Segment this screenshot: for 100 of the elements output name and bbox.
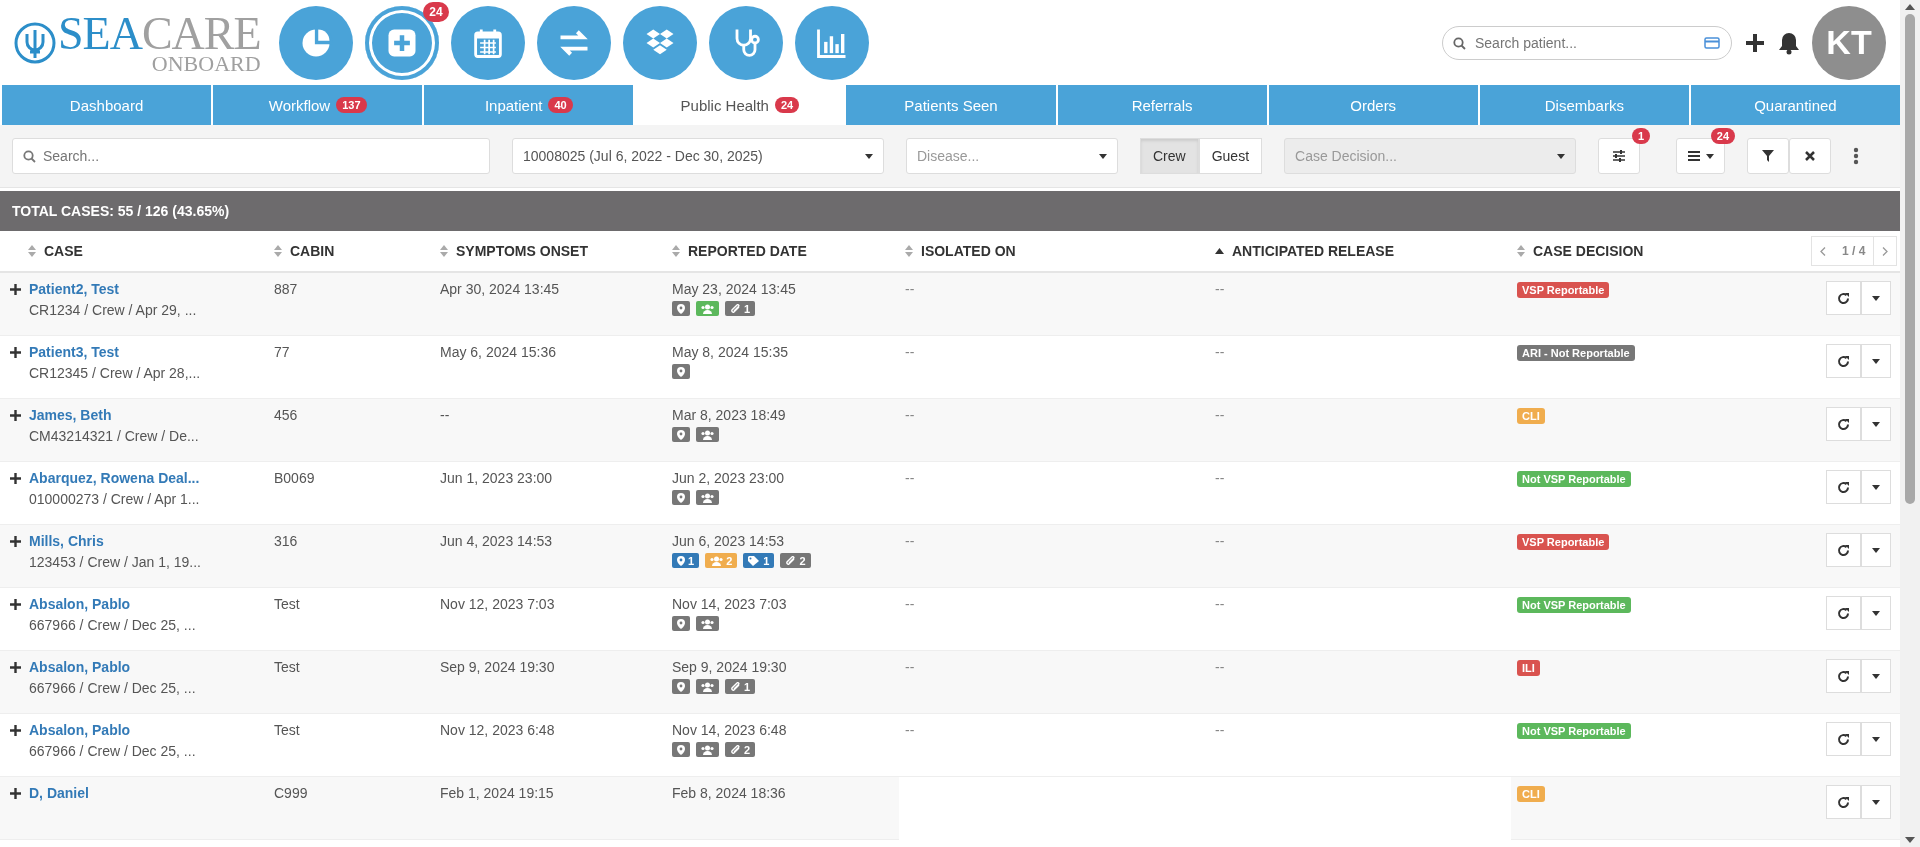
refresh-button[interactable] — [1826, 533, 1862, 567]
symptoms-onset-cell: Jun 4, 2023 14:53 — [440, 533, 553, 549]
patient-search-field[interactable]: Search patient... — [1442, 25, 1732, 60]
indicator-tag[interactable] — [672, 616, 690, 631]
column-header[interactable]: CASE DECISION — [1517, 243, 1644, 259]
scrollbar[interactable] — [1900, 0, 1920, 847]
case-decision-badge: VSP Reportable — [1517, 282, 1610, 298]
column-header[interactable]: ISOLATED ON — [905, 243, 1016, 259]
refresh-button[interactable] — [1826, 407, 1862, 441]
indicator-tag[interactable]: 1 — [672, 553, 700, 568]
expand-icon[interactable] — [10, 473, 21, 484]
nav-tab[interactable]: Workflow 137 — [213, 85, 423, 125]
patient-name-link[interactable]: James, Beth — [29, 407, 199, 423]
indicator-tag[interactable]: 2 — [780, 553, 811, 568]
patient-name-link[interactable]: Absalon, Pablo — [29, 596, 196, 612]
expand-icon[interactable] — [10, 662, 21, 673]
indicator-tag[interactable] — [672, 427, 690, 442]
users-icon — [701, 303, 714, 314]
indicator-tag[interactable] — [672, 364, 690, 379]
patient-name-link[interactable]: Patient2, Test — [29, 281, 197, 297]
settings-button[interactable] — [1598, 138, 1641, 174]
indicator-tag[interactable] — [672, 742, 690, 757]
column-header[interactable]: SYMPTOMS ONSET — [440, 243, 588, 259]
refresh-button[interactable] — [1826, 722, 1862, 756]
indicator-tag[interactable] — [696, 427, 719, 442]
scroll-down-icon[interactable] — [1905, 837, 1915, 843]
bell-icon[interactable] — [1778, 30, 1800, 55]
expand-icon[interactable] — [10, 410, 21, 421]
column-header[interactable]: CASE — [28, 243, 83, 259]
indicator-tag[interactable]: 1 — [725, 679, 756, 694]
refresh-icon — [1837, 795, 1851, 809]
isolated-on-cell: -- — [905, 659, 915, 675]
segment-button[interactable]: Crew — [1140, 138, 1199, 174]
map-pin-icon — [677, 555, 685, 566]
indicator-tag[interactable]: 1 — [743, 553, 775, 568]
reported-date-cell: Feb 8, 2024 18:36 — [672, 785, 786, 801]
nav-tab[interactable]: Patients Seen — [846, 85, 1056, 125]
indicator-tag[interactable]: 1 — [725, 301, 756, 316]
voyage-dropdown[interactable]: 10008025 (Jul 6, 2022 - Dec 30, 2025) — [512, 138, 884, 174]
expand-icon[interactable] — [10, 599, 21, 610]
case-decision-badge: CLI — [1517, 786, 1545, 802]
segment-button[interactable]: Guest — [1198, 138, 1263, 174]
expand-icon[interactable] — [10, 788, 21, 799]
case-decision-badge: Not VSP Reportable — [1517, 471, 1631, 487]
column-header[interactable]: ANTICIPATED RELEASE — [1215, 243, 1395, 259]
patient-name-link[interactable]: Absalon, Pablo — [29, 659, 196, 675]
nav-tab[interactable]: Quarantined — [1690, 85, 1900, 125]
symptoms-onset-cell: Feb 1, 2024 19:15 — [440, 785, 554, 801]
expand-icon[interactable] — [10, 536, 21, 547]
patient-name-link[interactable]: D, Daniel — [29, 785, 89, 801]
patient-name-link[interactable]: Patient3, Test — [29, 344, 201, 360]
expand-icon[interactable] — [10, 725, 21, 736]
caret-icon — [1872, 799, 1881, 805]
nav-tab[interactable]: Orders — [1268, 85, 1478, 125]
plus-icon[interactable] — [1744, 31, 1766, 54]
indicator-tag[interactable]: 2 — [725, 742, 756, 757]
map-pin-icon — [677, 618, 685, 629]
user-avatar[interactable]: KT — [1812, 5, 1886, 80]
search-icon — [1453, 36, 1466, 50]
refresh-button[interactable] — [1826, 344, 1862, 378]
refresh-button[interactable] — [1826, 281, 1862, 315]
cabin-cell: B0069 — [274, 470, 315, 486]
refresh-button[interactable] — [1826, 659, 1862, 693]
search-field[interactable]: Search... — [12, 138, 490, 174]
nav-tab[interactable]: Dashboard — [2, 85, 212, 125]
nav-tab[interactable]: Inpatient 40 — [424, 85, 634, 125]
card-icon[interactable] — [1704, 36, 1720, 49]
refresh-icon — [1837, 354, 1851, 368]
indicator-tag[interactable] — [672, 301, 690, 316]
tag-icon — [748, 555, 761, 566]
expand-icon[interactable] — [10, 284, 21, 295]
indicator-tag[interactable] — [696, 679, 719, 694]
caret-icon — [1872, 673, 1881, 679]
columns-menu-button[interactable] — [1676, 138, 1726, 174]
indicator-tag[interactable] — [696, 301, 719, 316]
patient-name-link[interactable]: Mills, Chris — [29, 533, 201, 549]
refresh-button[interactable] — [1826, 785, 1862, 819]
indicator-tag[interactable] — [672, 679, 690, 694]
patient-name-link[interactable]: Absalon, Pablo — [29, 722, 196, 738]
indicator-tag[interactable] — [672, 490, 690, 505]
filter-button[interactable] — [1747, 138, 1790, 174]
indicator-tag[interactable] — [696, 490, 719, 505]
scroll-up-icon[interactable] — [1905, 4, 1915, 10]
refresh-button[interactable] — [1826, 470, 1862, 504]
patient-name-link[interactable]: Abarquez, Rowena Deal... — [29, 470, 200, 486]
indicator-tag[interactable] — [696, 742, 719, 757]
column-header[interactable]: CABIN — [274, 243, 335, 259]
cabin-cell: 77 — [274, 344, 290, 360]
clear-button[interactable] — [1789, 138, 1832, 174]
more-icon[interactable] — [1853, 147, 1860, 165]
column-header[interactable]: REPORTED DATE — [672, 243, 807, 259]
indicator-tag[interactable] — [696, 616, 719, 631]
nav-tab[interactable]: Disembarks — [1479, 85, 1689, 125]
disease-dropdown[interactable]: Disease... — [906, 138, 1118, 174]
refresh-button[interactable] — [1826, 596, 1862, 630]
reported-date-cell: Nov 14, 2023 6:48 — [672, 722, 787, 738]
nav-tab[interactable]: Referrals — [1057, 85, 1267, 125]
map-pin-icon — [677, 681, 685, 692]
expand-icon[interactable] — [10, 347, 21, 358]
map-pin-icon — [677, 492, 685, 503]
